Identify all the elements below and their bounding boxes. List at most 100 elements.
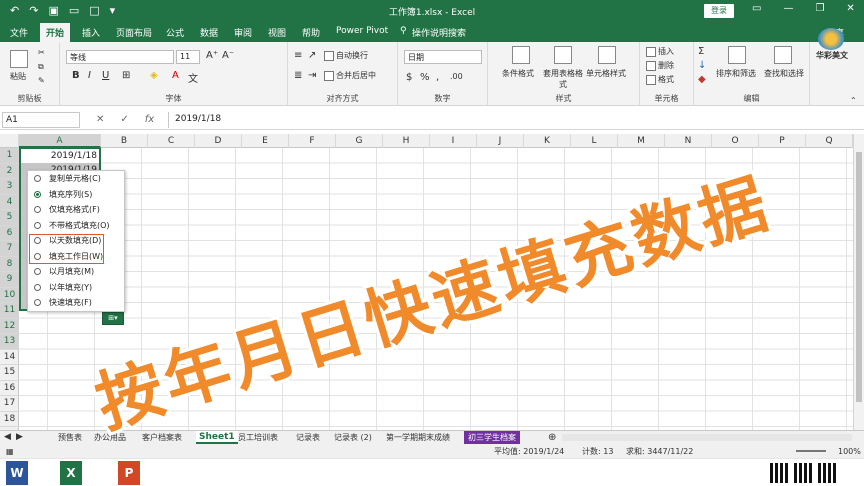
menu-item-fill-months[interactable]: 以月填充(M): [28, 264, 124, 280]
column-header[interactable]: N: [665, 134, 712, 148]
decimal-icon[interactable]: .00: [450, 72, 463, 81]
sheet-tab[interactable]: 预售表: [58, 431, 82, 444]
row-header[interactable]: 1: [0, 148, 19, 164]
column-header[interactable]: C: [148, 134, 195, 148]
column-header[interactable]: G: [336, 134, 383, 148]
name-box[interactable]: A1: [2, 112, 80, 128]
conditional-format-label[interactable]: 条件格式: [502, 68, 534, 79]
row-header[interactable]: 6: [0, 225, 19, 241]
sheet-tab-colored[interactable]: 初三学生档案: [464, 431, 520, 444]
tab-home[interactable]: 开始: [40, 23, 71, 42]
row-header[interactable]: 12: [0, 318, 19, 334]
column-header[interactable]: L: [571, 134, 618, 148]
sheet-tab[interactable]: 客户档案表: [142, 431, 182, 444]
row-header[interactable]: 4: [0, 194, 19, 210]
collapse-ribbon-icon[interactable]: ⌃: [850, 96, 857, 105]
horizontal-scrollbar[interactable]: [562, 434, 852, 441]
underline-icon[interactable]: U: [102, 70, 109, 81]
table-format-icon[interactable]: [554, 46, 572, 64]
sort-filter-icon[interactable]: [728, 46, 746, 64]
row-header[interactable]: 13: [0, 334, 19, 350]
delete-button[interactable]: 删除: [646, 60, 674, 71]
row-header[interactable]: 2: [0, 163, 19, 179]
column-header[interactable]: B: [101, 134, 148, 148]
login-button[interactable]: 登录: [704, 4, 734, 18]
excel-app-icon[interactable]: X: [60, 461, 82, 485]
font-color-icon[interactable]: A: [172, 70, 179, 81]
shrink-font-icon[interactable]: A⁻: [222, 50, 234, 61]
minimize-icon[interactable]: —: [783, 3, 793, 14]
insert-function-icon[interactable]: fx: [145, 114, 154, 125]
close-icon[interactable]: ✕: [846, 3, 854, 14]
row-header[interactable]: 16: [0, 381, 19, 396]
menu-item-fill-years[interactable]: 以年填充(Y): [28, 280, 124, 296]
row-header[interactable]: 18: [0, 412, 19, 427]
new-sheet-icon[interactable]: ⊕: [548, 431, 556, 444]
tab-formulas[interactable]: 公式: [166, 26, 184, 39]
column-header[interactable]: F: [289, 134, 336, 148]
column-header[interactable]: O: [712, 134, 759, 148]
row-header[interactable]: 10: [0, 287, 19, 303]
orientation-icon[interactable]: ↗: [308, 50, 316, 61]
percent-icon[interactable]: %: [420, 72, 430, 83]
menu-item-copy-cells[interactable]: 复制单元格(C): [28, 171, 124, 187]
sheet-tab[interactable]: 记录表 (2): [334, 431, 372, 444]
sort-filter-label[interactable]: 排序和筛选: [716, 68, 756, 79]
enter-icon[interactable]: ✓: [120, 114, 128, 125]
powerpoint-app-icon[interactable]: P: [118, 461, 140, 485]
sheet-tab[interactable]: 员工培训表: [238, 431, 278, 444]
macro-record-icon[interactable]: ▦: [6, 445, 14, 458]
row-header[interactable]: 15: [0, 365, 19, 381]
row-header[interactable]: 5: [0, 210, 19, 226]
column-header[interactable]: K: [524, 134, 571, 148]
insert-button[interactable]: 插入: [646, 46, 674, 57]
currency-icon[interactable]: $: [406, 72, 412, 83]
menu-item-fill-without-formatting[interactable]: 不带格式填充(O): [28, 218, 124, 234]
autosum-icon[interactable]: Σ: [698, 46, 704, 57]
sheet-nav-left-icon[interactable]: ◀: [4, 431, 11, 444]
copy-icon[interactable]: ⧉: [38, 62, 44, 72]
fill-color-icon[interactable]: ◈: [150, 70, 158, 81]
zoom-slider[interactable]: [796, 450, 826, 452]
column-header[interactable]: M: [618, 134, 665, 148]
column-header[interactable]: P: [759, 134, 806, 148]
grow-font-icon[interactable]: A⁺: [206, 50, 218, 61]
tab-review[interactable]: 审阅: [234, 26, 252, 39]
cell-styles-label[interactable]: 单元格样式: [586, 68, 626, 79]
merge-center-button[interactable]: 合并后居中: [324, 70, 376, 81]
clear-icon[interactable]: ◆: [698, 74, 706, 85]
column-header[interactable]: Q: [806, 134, 853, 148]
cell-a1[interactable]: 2019/1/18: [21, 149, 99, 163]
align-left-icon[interactable]: ≣: [294, 70, 302, 81]
tab-file[interactable]: 文件: [10, 26, 28, 39]
menu-item-fill-series[interactable]: 填充序列(S): [28, 187, 124, 203]
row-header[interactable]: 11: [0, 303, 19, 319]
row-header[interactable]: 14: [0, 350, 19, 365]
table-format-label[interactable]: 套用表格格式: [542, 68, 584, 90]
tab-page-layout[interactable]: 页面布局: [116, 26, 152, 39]
conditional-format-icon[interactable]: [512, 46, 530, 64]
find-select-icon[interactable]: [774, 46, 792, 64]
tab-help[interactable]: 帮助: [302, 26, 320, 39]
cell-grid[interactable]: [19, 148, 853, 430]
row-header[interactable]: 17: [0, 396, 19, 412]
format-painter-icon[interactable]: ✎: [38, 76, 45, 85]
sheet-tab[interactable]: 办公用品: [94, 431, 126, 444]
indent-icon[interactable]: ⇥: [308, 70, 316, 81]
sheet-tab-active[interactable]: Sheet1: [196, 431, 238, 444]
tab-data[interactable]: 数据: [200, 26, 218, 39]
phonetic-icon[interactable]: 文: [188, 70, 198, 85]
cancel-icon[interactable]: ✕: [96, 114, 104, 125]
autofill-options-button[interactable]: ⊞▾: [102, 312, 124, 325]
find-select-label[interactable]: 查找和选择: [764, 68, 804, 79]
row-header[interactable]: 8: [0, 256, 19, 272]
scrollbar-thumb[interactable]: [856, 152, 862, 402]
tab-power-pivot[interactable]: Power Pivot: [336, 26, 388, 36]
menu-item-fill-formatting[interactable]: 仅填充格式(F): [28, 202, 124, 218]
sheet-nav-right-icon[interactable]: ▶: [16, 431, 23, 444]
border-icon[interactable]: ⊞: [122, 70, 130, 81]
fill-icon[interactable]: ↓: [698, 60, 706, 71]
tab-insert[interactable]: 插入: [82, 26, 100, 39]
column-header[interactable]: I: [430, 134, 477, 148]
wrap-text-button[interactable]: 自动换行: [324, 50, 368, 61]
